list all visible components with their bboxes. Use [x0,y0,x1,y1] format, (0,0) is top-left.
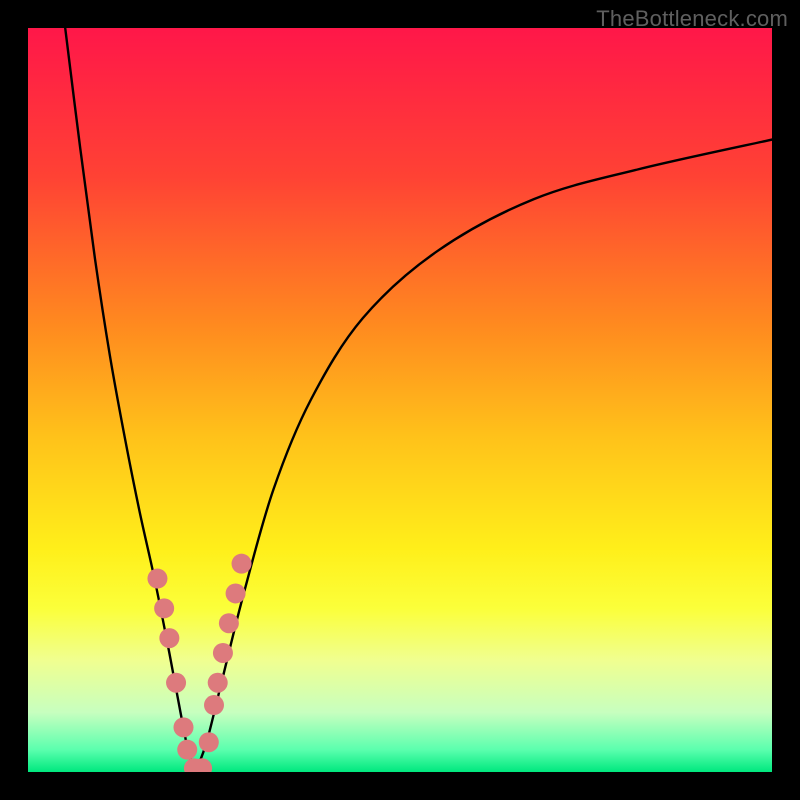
curve-left [65,28,195,772]
data-point [208,673,228,693]
curve-layer [28,28,772,772]
data-point [147,569,167,589]
data-point [213,643,233,663]
data-point [199,732,219,752]
scatter-points [147,554,251,772]
data-point [177,740,197,760]
data-point [174,717,194,737]
data-point [159,628,179,648]
plot-area [28,28,772,772]
data-point [232,554,252,574]
data-point [226,583,246,603]
watermark-text: TheBottleneck.com [596,6,788,32]
data-point [166,673,186,693]
data-point [219,613,239,633]
data-point [204,695,224,715]
curve-right [195,140,772,772]
data-point [154,598,174,618]
outer-frame: TheBottleneck.com [0,0,800,800]
